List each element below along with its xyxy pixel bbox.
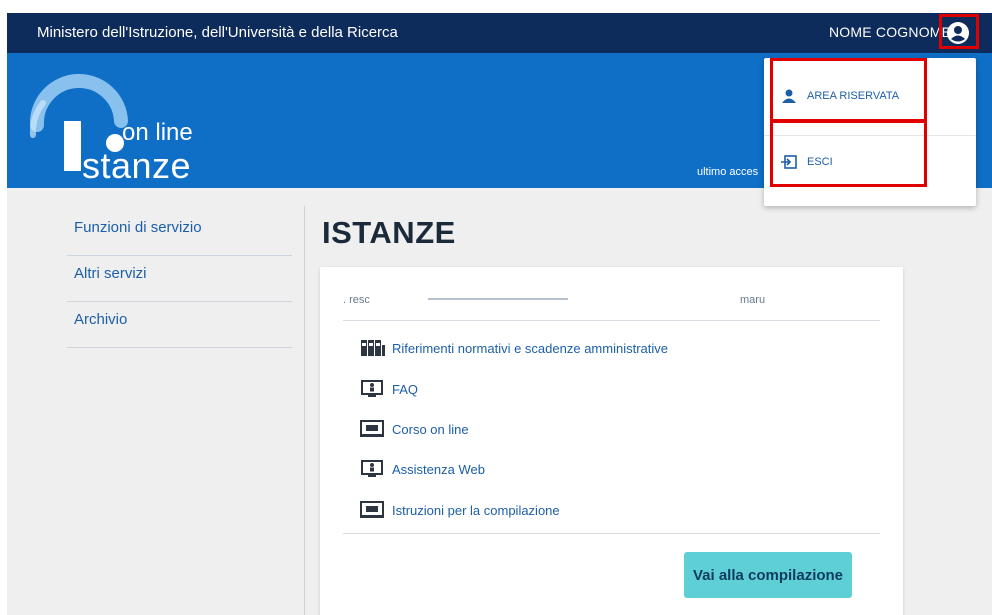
ministry-name: Ministero dell'Istruzione, dell'Universi…	[37, 24, 398, 41]
top-bar: Ministero dell'Istruzione, dell'Universi…	[7, 13, 992, 53]
monitor-person-icon	[361, 460, 383, 477]
link-label[interactable]: Assistenza Web	[392, 462, 485, 477]
app-window: Ministero dell'Istruzione, dell'Universi…	[7, 13, 992, 615]
card-divider-top	[343, 320, 880, 321]
binders-icon	[361, 340, 385, 356]
area-riservata-highlight	[770, 58, 927, 122]
logo-online-text: on line	[122, 119, 193, 146]
link-riferimenti-normativi[interactable]: Riferimenti normativi e scadenze amminis…	[360, 337, 668, 359]
user-name[interactable]: NOME COGNOME	[829, 24, 951, 40]
card-header-left: . resc	[343, 294, 370, 306]
link-label[interactable]: FAQ	[392, 382, 418, 397]
monitor-video-icon	[360, 420, 384, 437]
content-card: . resc maru Riferimenti normativi e scad…	[320, 267, 903, 615]
card-header-right: maru	[740, 294, 766, 306]
sidebar-item-funzioni-di-servizio[interactable]: Funzioni di servizio	[67, 210, 292, 256]
esci-highlight	[770, 120, 927, 187]
link-faq[interactable]: FAQ	[360, 378, 418, 400]
sidebar-item-altri-servizi[interactable]: Altri servizi	[67, 256, 292, 302]
link-corso-on-line[interactable]: Corso on line	[360, 418, 469, 440]
last-access-text: ultimo acces	[697, 166, 759, 178]
vai-alla-compilazione-button[interactable]: Vai alla compilazione	[684, 552, 852, 598]
card-divider-bottom	[343, 533, 880, 534]
user-icon-highlight	[939, 14, 979, 49]
link-assistenza-web[interactable]: Assistenza Web	[360, 458, 485, 480]
sidebar-item-archivio[interactable]: Archivio	[67, 302, 292, 348]
monitor-video-icon	[360, 501, 384, 518]
vertical-divider	[304, 206, 305, 615]
card-header-mid	[428, 298, 568, 300]
link-istruzioni-compilazione[interactable]: Istruzioni per la compilazione	[360, 499, 560, 521]
link-label[interactable]: Corso on line	[392, 422, 469, 437]
link-label[interactable]: Istruzioni per la compilazione	[392, 503, 560, 518]
monitor-person-icon	[361, 380, 383, 397]
sidebar: Funzioni di servizio Altri servizi Archi…	[67, 210, 292, 348]
logo-istanze-text: stanze	[82, 145, 192, 186]
link-label[interactable]: Riferimenti normativi e scadenze amminis…	[392, 341, 668, 356]
page-title: ISTANZE	[322, 215, 456, 250]
